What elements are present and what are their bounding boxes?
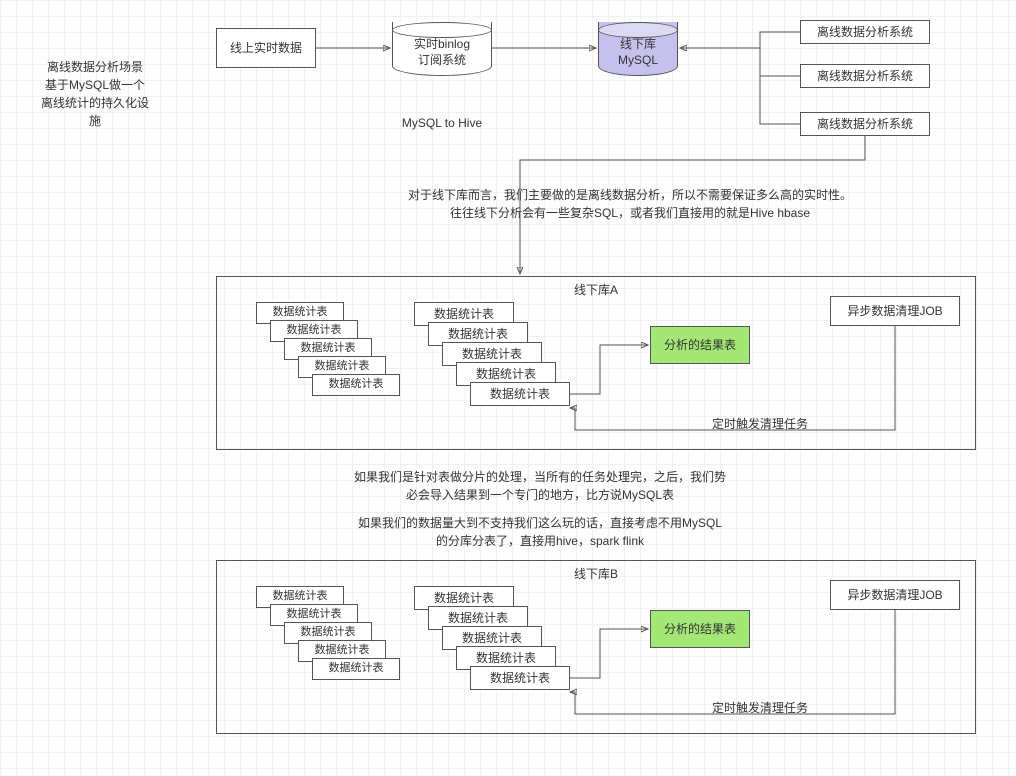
title-dbB: 线下库B bbox=[574, 565, 618, 582]
dbA-result: 分析的结果表 bbox=[650, 326, 750, 364]
dbA-stat-s5: 数据统计表 bbox=[312, 374, 400, 396]
node-offline-db: 线下库 MySQL bbox=[598, 22, 678, 76]
dbA-job: 异步数据清理JOB bbox=[830, 296, 960, 326]
text-between-1: 如果我们是针对表做分片的处理，当所有的任务处理完，之后，我们势 必会导入结果到一… bbox=[320, 468, 760, 504]
node-binlog: 实时binlog 订阅系统 bbox=[392, 22, 492, 76]
dbB-stat-s5: 数据统计表 bbox=[312, 658, 400, 680]
node-analysis-3: 离线数据分析系统 bbox=[800, 112, 930, 136]
text-mid: 对于线下库而言，我们主要做的是离线数据分析，所以不需要保证多么高的实时性。 往往… bbox=[380, 186, 880, 222]
dbB-result: 分析的结果表 bbox=[650, 610, 750, 648]
text-between-2: 如果我们的数据量大到不支持我们这么玩的话，直接考虑不用MySQL 的分库分表了，… bbox=[320, 514, 760, 550]
dbB-cleanup-label: 定时触发清理任务 bbox=[700, 699, 820, 717]
node-analysis-1: 离线数据分析系统 bbox=[800, 20, 930, 44]
dbB-job: 异步数据清理JOB bbox=[830, 580, 960, 610]
node-online-data: 线上实时数据 bbox=[216, 28, 316, 68]
title-dbA: 线下库A bbox=[574, 281, 618, 298]
node-analysis-2: 离线数据分析系统 bbox=[800, 64, 930, 88]
dbA-stat-5: 数据统计表 bbox=[470, 382, 570, 406]
dbA-cleanup-label: 定时触发清理任务 bbox=[700, 415, 820, 433]
title-text: 离线数据分析场景 基于MySQL做一个 离线统计的持久化设 施 bbox=[40, 58, 150, 130]
label-mysql-to-hive: MySQL to Hive bbox=[392, 114, 492, 132]
dbB-stat-5: 数据统计表 bbox=[470, 666, 570, 690]
